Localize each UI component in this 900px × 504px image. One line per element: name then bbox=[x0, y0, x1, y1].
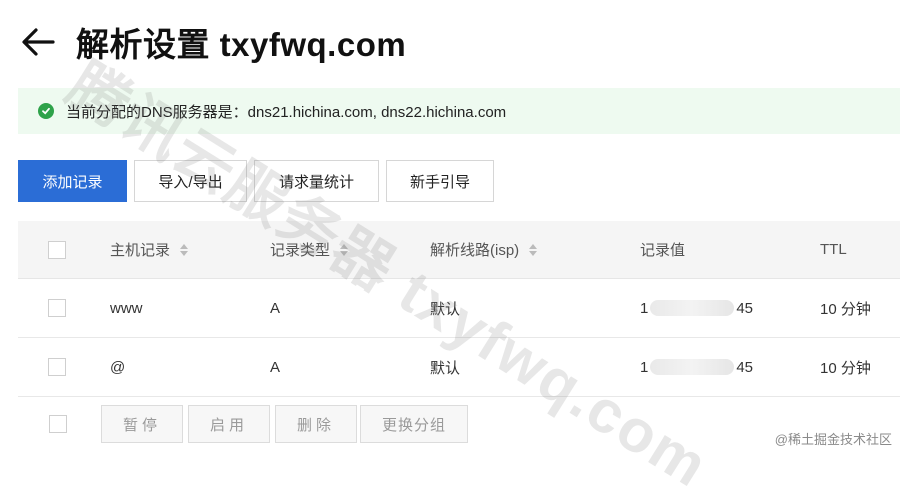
col-line[interactable]: 解析线路(isp) bbox=[430, 221, 538, 278]
line-cell: 默认 bbox=[430, 300, 461, 318]
redacted-value bbox=[650, 359, 735, 375]
col-host-label: 主机记录 bbox=[110, 242, 171, 259]
col-ttl: TTL bbox=[820, 241, 847, 258]
value-suffix: 45 bbox=[736, 358, 754, 376]
value-prefix: 1 bbox=[640, 299, 649, 317]
add-record-button[interactable]: 添加记录 bbox=[18, 160, 127, 202]
col-line-label: 解析线路(isp) bbox=[430, 242, 520, 259]
back-button[interactable] bbox=[18, 22, 58, 62]
bulk-checkbox[interactable] bbox=[49, 415, 67, 433]
table-row[interactable]: @ A 默认 1 45 10 分钟 bbox=[18, 338, 900, 397]
select-all-checkbox[interactable] bbox=[48, 240, 66, 259]
table-header: 主机记录 记录类型 解析线路(isp) 记录值 TTL bbox=[18, 221, 900, 279]
type-cell: A bbox=[270, 358, 281, 376]
enable-button[interactable]: 启用 bbox=[188, 405, 270, 443]
dns-notice: 当前分配的DNS服务器是：dns21.hichina.com, dns22.hi… bbox=[18, 88, 900, 134]
table-row[interactable]: www A 默认 1 45 10 分钟 bbox=[18, 279, 900, 338]
change-group-button[interactable]: 更换分组 bbox=[360, 405, 468, 443]
host-cell: @ bbox=[110, 358, 126, 376]
redacted-value bbox=[650, 300, 735, 316]
row-checkbox[interactable] bbox=[48, 299, 66, 317]
col-type[interactable]: 记录类型 bbox=[270, 221, 349, 278]
ttl-cell: 10 分钟 bbox=[820, 300, 871, 318]
value-prefix: 1 bbox=[640, 358, 649, 376]
col-host[interactable]: 主机记录 bbox=[110, 221, 189, 278]
credit-text: @稀土掘金技术社区 bbox=[774, 432, 892, 447]
records-table: 主机记录 记录类型 解析线路(isp) 记录值 TTL www A 默认 1 4… bbox=[18, 221, 900, 397]
delete-button[interactable]: 删除 bbox=[275, 405, 357, 443]
sort-icon[interactable] bbox=[529, 243, 538, 256]
value-cell: 1 45 bbox=[640, 338, 753, 396]
arrow-left-icon bbox=[22, 28, 55, 56]
bulk-actions: 暂停 启用 删除 更换分组 bbox=[18, 395, 900, 454]
import-export-button[interactable]: 导入/导出 bbox=[134, 160, 247, 202]
sort-icon[interactable] bbox=[340, 243, 349, 256]
page-title: 解析设置 txyfwq.com bbox=[76, 26, 407, 63]
line-cell: 默认 bbox=[430, 359, 461, 377]
row-checkbox[interactable] bbox=[48, 358, 66, 376]
request-stats-button[interactable]: 请求量统计 bbox=[254, 160, 379, 202]
sort-icon[interactable] bbox=[180, 243, 189, 256]
notice-text: 当前分配的DNS服务器是：dns21.hichina.com, dns22.hi… bbox=[66, 103, 507, 121]
newbie-guide-button[interactable]: 新手引导 bbox=[386, 160, 494, 202]
host-cell: www bbox=[110, 299, 143, 317]
check-circle-icon bbox=[38, 103, 54, 119]
type-cell: A bbox=[270, 299, 281, 317]
col-value: 记录值 bbox=[640, 242, 686, 259]
col-type-label: 记录类型 bbox=[270, 242, 331, 259]
ttl-cell: 10 分钟 bbox=[820, 359, 871, 377]
toolbar: 添加记录 导入/导出 请求量统计 新手引导 bbox=[18, 160, 501, 202]
pause-button[interactable]: 暂停 bbox=[101, 405, 183, 443]
page-header: 解析设置 txyfwq.com bbox=[18, 18, 406, 66]
value-suffix: 45 bbox=[736, 299, 754, 317]
value-cell: 1 45 bbox=[640, 279, 753, 337]
